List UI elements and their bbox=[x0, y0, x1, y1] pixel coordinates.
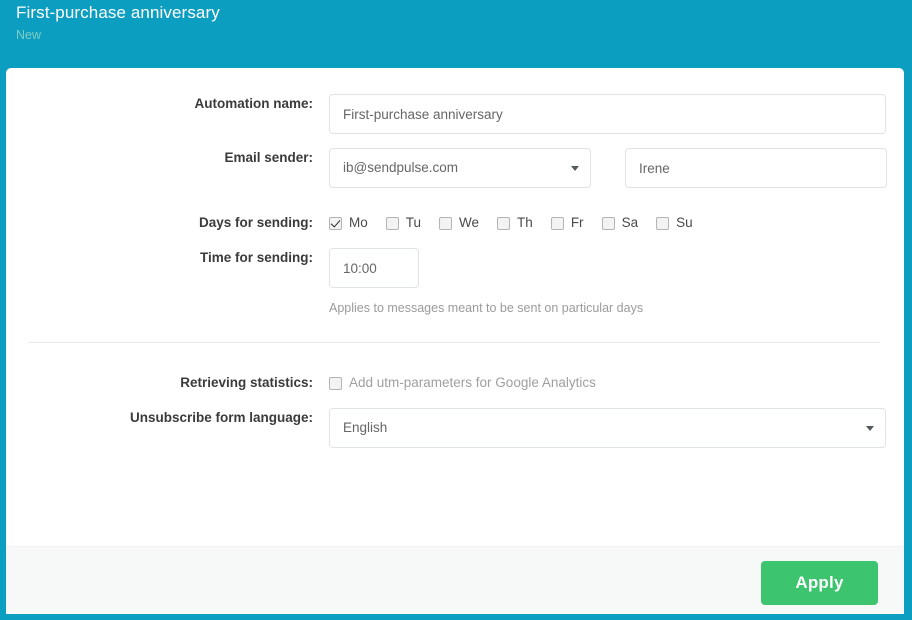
unsubscribe-language-field: English bbox=[329, 408, 886, 448]
settings-form: Automation name: Email sender: ib@sendpu… bbox=[6, 68, 904, 546]
day-checkbox-we[interactable]: We bbox=[439, 215, 479, 231]
days-for-sending-row: Days for sending: Mo Tu W bbox=[6, 213, 693, 233]
status-badge: New bbox=[16, 27, 912, 44]
day-label: Mo bbox=[349, 215, 368, 231]
days-checkbox-group: Mo Tu We Th bbox=[329, 213, 693, 233]
section-divider bbox=[28, 342, 880, 343]
time-for-sending-hint: Applies to messages meant to be sent on … bbox=[329, 300, 643, 317]
time-for-sending-input[interactable] bbox=[329, 248, 419, 288]
day-checkbox-fr[interactable]: Fr bbox=[551, 215, 584, 231]
automation-settings-screen: First-purchase anniversary New Automatio… bbox=[0, 0, 912, 620]
day-checkbox-tu[interactable]: Tu bbox=[386, 215, 421, 231]
unsubscribe-language-selected-value: English bbox=[343, 420, 387, 435]
day-label: We bbox=[459, 215, 479, 231]
automation-name-input[interactable] bbox=[329, 94, 886, 134]
time-for-sending-row: Time for sending: Applies to messages me… bbox=[6, 248, 643, 317]
checkbox-icon[interactable] bbox=[329, 217, 342, 230]
retrieving-statistics-label: Retrieving statistics: bbox=[6, 373, 313, 393]
utm-parameters-checkbox[interactable]: Add utm-parameters for Google Analytics bbox=[329, 373, 596, 393]
settings-card: Automation name: Email sender: ib@sendpu… bbox=[6, 68, 904, 614]
unsubscribe-language-row: Unsubscribe form language: English bbox=[6, 408, 886, 448]
sender-name-input[interactable] bbox=[625, 148, 887, 188]
day-checkbox-mo[interactable]: Mo bbox=[329, 215, 368, 231]
page-title: First-purchase anniversary bbox=[16, 2, 912, 24]
page-header: First-purchase anniversary New bbox=[0, 0, 912, 68]
days-for-sending-label: Days for sending: bbox=[6, 213, 313, 233]
day-checkbox-sa[interactable]: Sa bbox=[602, 215, 639, 231]
automation-name-field bbox=[329, 94, 886, 134]
email-sender-selected-value: ib@sendpulse.com bbox=[343, 160, 458, 175]
email-sender-row: Email sender: ib@sendpulse.com bbox=[6, 148, 887, 188]
chevron-down-icon bbox=[571, 166, 579, 171]
day-label: Tu bbox=[406, 215, 421, 231]
automation-name-label: Automation name: bbox=[6, 94, 313, 114]
checkbox-icon[interactable] bbox=[329, 377, 342, 390]
day-label: Su bbox=[676, 215, 693, 231]
email-sender-field: ib@sendpulse.com bbox=[329, 148, 887, 188]
checkbox-icon[interactable] bbox=[439, 217, 452, 230]
card-footer: Apply bbox=[6, 546, 904, 614]
utm-parameters-label: Add utm-parameters for Google Analytics bbox=[349, 375, 596, 391]
day-label: Th bbox=[517, 215, 533, 231]
checkbox-icon[interactable] bbox=[497, 217, 510, 230]
day-label: Fr bbox=[571, 215, 584, 231]
days-for-sending-field: Mo Tu We Th bbox=[329, 213, 693, 233]
retrieving-statistics-field: Add utm-parameters for Google Analytics bbox=[329, 373, 596, 393]
retrieving-statistics-row: Retrieving statistics: Add utm-parameter… bbox=[6, 373, 596, 393]
time-for-sending-label: Time for sending: bbox=[6, 248, 313, 268]
checkbox-icon[interactable] bbox=[551, 217, 564, 230]
checkbox-icon[interactable] bbox=[656, 217, 669, 230]
apply-button[interactable]: Apply bbox=[761, 561, 878, 605]
email-sender-label: Email sender: bbox=[6, 148, 313, 168]
day-label: Sa bbox=[622, 215, 639, 231]
unsubscribe-language-label: Unsubscribe form language: bbox=[6, 408, 313, 428]
day-checkbox-th[interactable]: Th bbox=[497, 215, 533, 231]
automation-name-row: Automation name: bbox=[6, 94, 886, 134]
unsubscribe-language-select[interactable]: English bbox=[329, 408, 886, 448]
chevron-down-icon bbox=[866, 426, 874, 431]
checkbox-icon[interactable] bbox=[602, 217, 615, 230]
time-for-sending-field: Applies to messages meant to be sent on … bbox=[329, 248, 643, 317]
email-sender-select[interactable]: ib@sendpulse.com bbox=[329, 148, 591, 188]
day-checkbox-su[interactable]: Su bbox=[656, 215, 693, 231]
checkbox-icon[interactable] bbox=[386, 217, 399, 230]
